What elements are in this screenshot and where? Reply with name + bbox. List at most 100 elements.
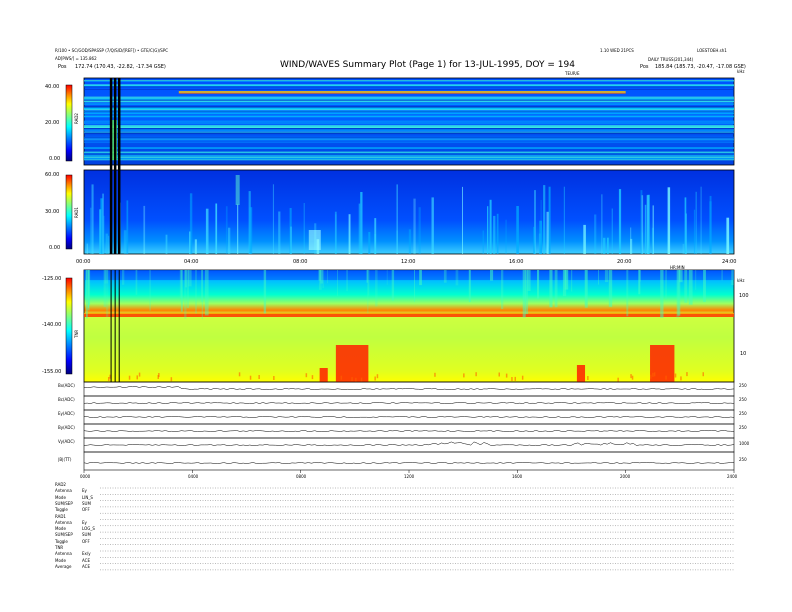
trace-label-4: Vy(ADC)	[58, 439, 75, 444]
rad1-streak	[693, 209, 696, 254]
rad1-streak	[91, 184, 94, 254]
rad1-streak	[482, 230, 484, 254]
tnr-speck	[521, 375, 524, 380]
footer-key: SUM/SEP	[55, 500, 73, 506]
footer-key: TNR	[55, 545, 64, 550]
rad1-streak	[496, 213, 499, 254]
trace-right-1: 250	[739, 397, 747, 402]
tnr-streak	[598, 270, 599, 285]
top-time-tick-6: 24:00	[722, 259, 737, 265]
tnr-streak	[122, 270, 125, 285]
footer-value: ACE	[82, 557, 90, 563]
tnr-streak	[604, 270, 609, 283]
trace-right-5: 250	[739, 457, 747, 462]
rad1-streak	[726, 217, 730, 254]
trace-line	[83, 416, 735, 418]
tnr-tick-mid: -140.00	[42, 322, 62, 328]
footer-key: Mode	[55, 494, 66, 500]
rad1-streak	[272, 184, 274, 254]
tnr-streak	[318, 270, 321, 281]
rad1-streak	[652, 205, 654, 254]
footer-key: SUM/SEP	[55, 532, 73, 538]
tnr-speck	[652, 372, 654, 377]
trace-label-0: Bx(ADC)	[58, 383, 75, 388]
tnr-streak	[731, 270, 734, 286]
rad2-band	[84, 125, 734, 127]
tnr-right-unit: kHz	[737, 278, 745, 283]
tnr-streak	[571, 270, 573, 292]
tnr-speck	[505, 373, 508, 378]
rad1-streak	[505, 219, 507, 254]
rad1-streak	[396, 230, 398, 254]
rad1-streak	[368, 232, 371, 254]
tnr-streak	[562, 270, 567, 297]
rad1-streak	[235, 175, 240, 205]
rad2-band	[84, 103, 734, 105]
rad2-emission-line	[178, 91, 626, 93]
bottom-time-tick-6: 2400	[727, 474, 738, 479]
rad2-band	[84, 139, 734, 140]
rad2-emission-line	[178, 93, 626, 94]
rad1-streak	[516, 206, 519, 254]
rad1-streak	[487, 206, 489, 254]
rad2-band	[84, 132, 734, 135]
rad2-band	[84, 111, 734, 112]
bottom-time-tick-1: 0400	[188, 474, 199, 479]
rad2-colorbar	[65, 84, 73, 162]
tnr-streak	[660, 270, 664, 318]
tnr-streak	[88, 270, 89, 308]
rad1-streak	[278, 211, 281, 254]
tnr-speck	[475, 372, 477, 377]
rad1-streak	[334, 211, 337, 254]
tnr-streak	[375, 270, 378, 307]
rad1-streak	[290, 226, 292, 254]
tnr-streak	[679, 270, 683, 283]
tnr-streak	[180, 270, 183, 312]
footer-lines	[100, 487, 734, 571]
rad2-band	[84, 84, 734, 86]
tnr-speck	[374, 376, 376, 381]
rad2-band	[84, 96, 734, 98]
rad1-streak	[607, 237, 609, 254]
time-unit-label: HR:MIN	[670, 265, 685, 270]
rad2-tick-top: 40.00	[45, 84, 60, 90]
tnr-right-tick-10: 10	[740, 351, 747, 357]
rad1-streak	[249, 207, 253, 254]
footer-value: LOG_S	[82, 526, 95, 532]
tnr-streak	[524, 270, 529, 315]
trace-label-3: By(ADC)	[58, 425, 75, 430]
tnr-streak	[135, 270, 138, 295]
rad1-label: RAD1	[74, 207, 79, 218]
tnr-streak	[639, 270, 641, 282]
rad2-band	[84, 153, 734, 155]
footer-key: Average	[55, 563, 72, 569]
top-time-tick-3: 12:00	[401, 259, 416, 265]
trace-panels	[83, 381, 735, 473]
tnr-speck	[355, 377, 357, 382]
tnr-streak	[549, 270, 553, 308]
rad1-streak	[548, 186, 551, 254]
tnr-speck	[157, 375, 159, 379]
rad2-band	[84, 115, 734, 118]
top-time-tick-5: 20:00	[617, 259, 632, 265]
trace-label-2: Ey(ADC)	[58, 411, 75, 416]
tnr-streak	[455, 270, 459, 286]
rad1-streak	[709, 201, 712, 254]
rad1-streak	[431, 197, 434, 254]
tnr-speck	[249, 375, 252, 380]
rad1-streak	[228, 227, 231, 254]
tnr-streak	[537, 270, 540, 299]
rad1-streak	[348, 214, 351, 254]
tnr-speck	[311, 375, 314, 380]
rad1-streak	[123, 230, 127, 254]
trace-right-2: 250	[739, 411, 747, 416]
tnr-streak	[608, 270, 613, 307]
trace-line	[83, 430, 735, 432]
tnr-streak	[584, 270, 588, 308]
tnr-speck	[680, 376, 682, 381]
tnr-speck	[463, 373, 465, 378]
rad2-band	[84, 141, 734, 143]
tnr-speck	[170, 377, 173, 382]
tnr-streak	[103, 270, 107, 307]
rad1-streak	[99, 209, 102, 254]
